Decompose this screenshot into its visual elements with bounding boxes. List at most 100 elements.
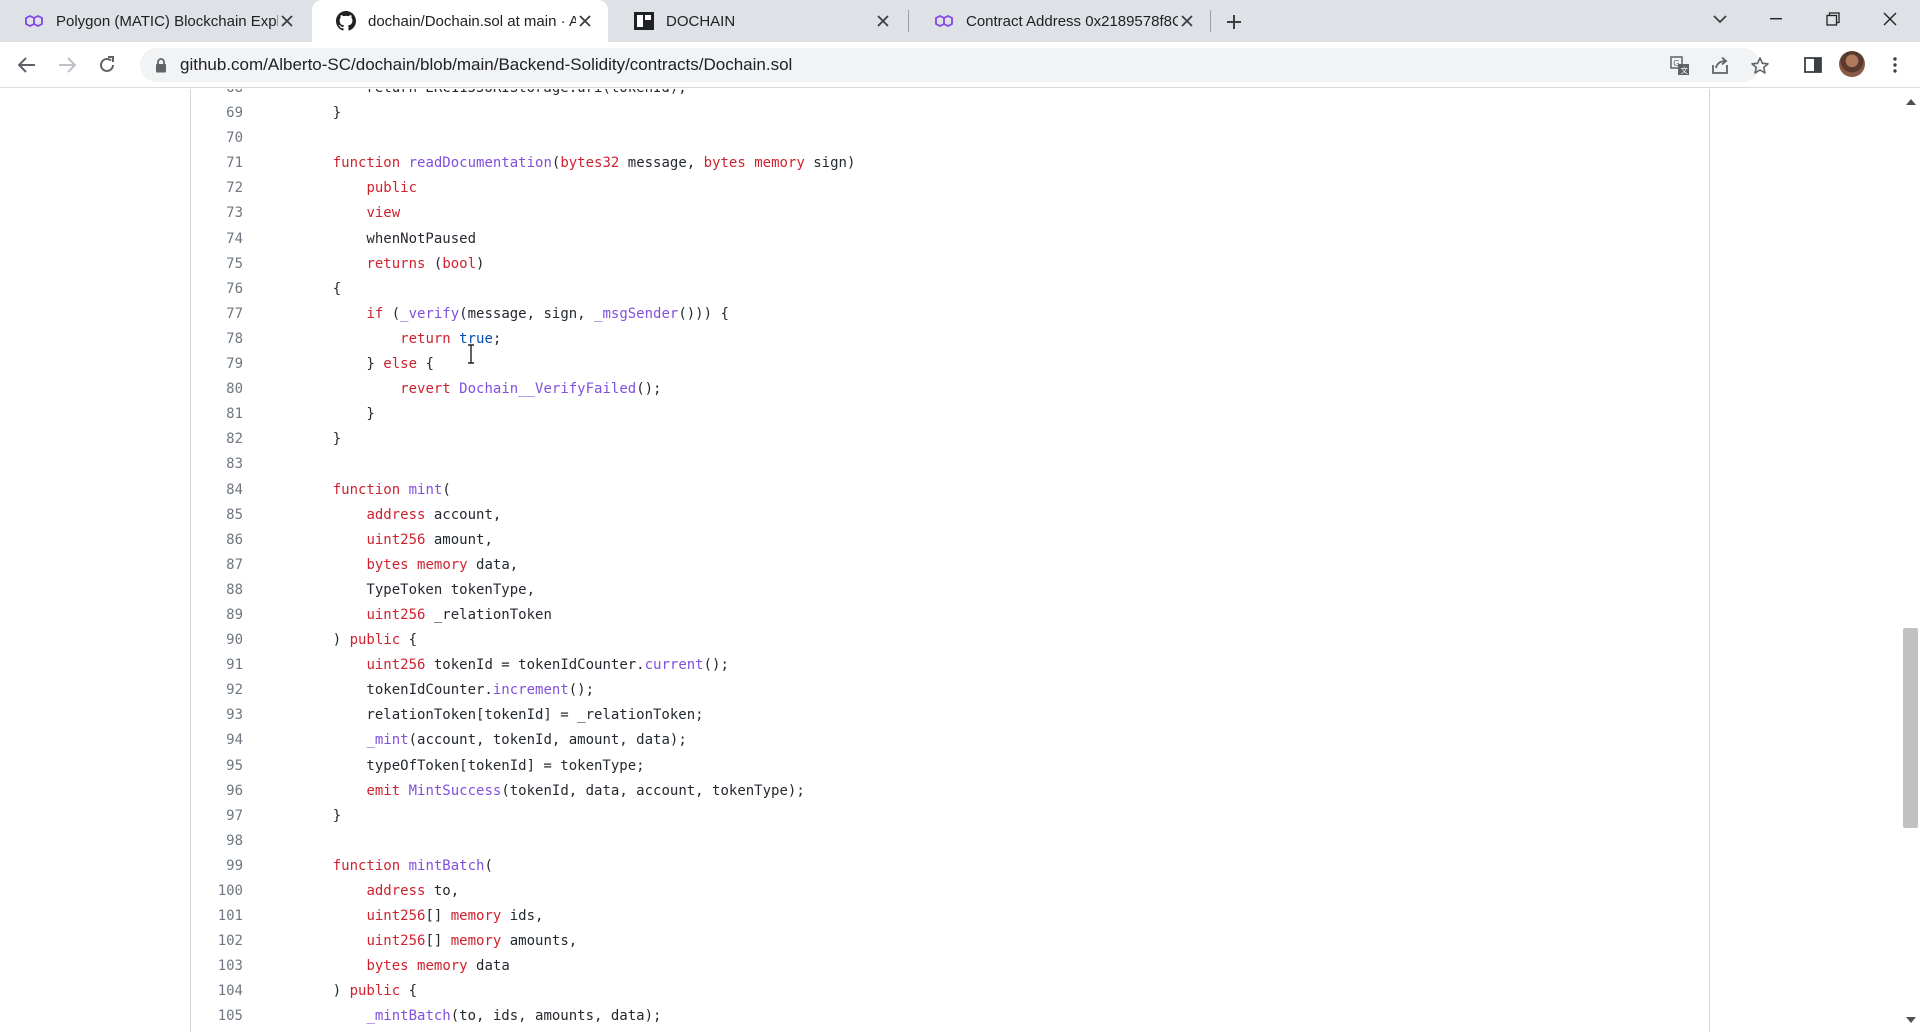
line-number[interactable]: 99: [191, 854, 243, 879]
tab-github-dochain[interactable]: dochain/Dochain.sol at main · Al: [312, 0, 608, 42]
line-number[interactable]: 75: [191, 252, 243, 277]
code-text: uint256[] memory ids,: [243, 904, 543, 929]
line-number[interactable]: 105: [191, 1004, 243, 1029]
code-text: function readDocumentation(bytes32 messa…: [243, 151, 856, 176]
line-number[interactable]: 86: [191, 528, 243, 553]
code-token: ;: [492, 330, 502, 347]
code-token: returns: [366, 255, 426, 272]
line-number[interactable]: 87: [191, 553, 243, 578]
tab-contract-address[interactable]: Contract Address 0x2189578f8C7: [910, 0, 1210, 42]
code-token: ();: [636, 381, 662, 398]
code-token: tokenIdCounter.: [299, 682, 493, 699]
scrollbar[interactable]: [1901, 89, 1920, 1032]
line-number[interactable]: 92: [191, 678, 243, 703]
code-line: 105 _mintBatch(to, ids, amounts, data);: [191, 1004, 1711, 1029]
code-token: ): [299, 632, 350, 649]
svg-text:G: G: [1673, 59, 1679, 68]
close-icon[interactable]: [278, 12, 296, 30]
line-number[interactable]: 88: [191, 578, 243, 603]
line-number[interactable]: 70: [191, 126, 243, 151]
code-token: memory: [417, 958, 468, 975]
code-token: if: [366, 305, 384, 322]
line-number[interactable]: 91: [191, 653, 243, 678]
lock-icon[interactable]: [152, 56, 170, 74]
line-number[interactable]: 97: [191, 804, 243, 829]
scrollbar-thumb[interactable]: [1903, 628, 1918, 829]
forward-button[interactable]: [52, 50, 82, 80]
code-token: function: [332, 857, 401, 874]
line-number[interactable]: 94: [191, 728, 243, 753]
close-icon[interactable]: [874, 12, 892, 30]
code-line: 100 address to,: [191, 879, 1711, 904]
scroll-down-arrow-icon[interactable]: [1905, 1014, 1917, 1026]
line-number[interactable]: 83: [191, 452, 243, 477]
code-token: _msgSender: [594, 305, 679, 322]
line-number[interactable]: 74: [191, 227, 243, 252]
menu-button[interactable]: [1880, 50, 1910, 80]
new-tab-button[interactable]: [1220, 8, 1248, 36]
line-number[interactable]: 79: [191, 352, 243, 377]
line-number[interactable]: 104: [191, 979, 243, 1004]
line-number[interactable]: 72: [191, 176, 243, 201]
code-token: }: [299, 105, 342, 122]
code-line: 93 relationToken[tokenId] = _relationTok…: [191, 703, 1711, 728]
address-bar[interactable]: github.com/Alberto-SC/dochain/blob/main/…: [140, 48, 1769, 82]
code-token: view: [366, 205, 401, 222]
minimize-button[interactable]: [1748, 0, 1804, 38]
share-icon[interactable]: [1710, 56, 1730, 76]
line-number[interactable]: 78: [191, 327, 243, 352]
close-icon[interactable]: [1178, 12, 1196, 30]
line-number[interactable]: 95: [191, 754, 243, 779]
restore-button[interactable]: [1805, 0, 1861, 38]
scroll-up-arrow-icon[interactable]: [1905, 95, 1917, 107]
line-number[interactable]: 100: [191, 879, 243, 904]
line-number[interactable]: 89: [191, 603, 243, 628]
code-token: function: [332, 481, 401, 498]
translate-icon[interactable]: G文: [1670, 56, 1690, 76]
code-token: address: [366, 506, 426, 523]
line-number[interactable]: 77: [191, 302, 243, 327]
line-number[interactable]: 85: [191, 503, 243, 528]
line-number[interactable]: 98: [191, 829, 243, 854]
line-number[interactable]: 71: [191, 151, 243, 176]
code-token: message,: [619, 155, 704, 172]
line-number[interactable]: 69: [191, 101, 243, 126]
line-number[interactable]: 90: [191, 628, 243, 653]
line-number[interactable]: 82: [191, 427, 243, 452]
avatar[interactable]: [1839, 51, 1865, 77]
line-number[interactable]: 102: [191, 929, 243, 954]
tab-search-button[interactable]: [1692, 0, 1748, 38]
line-number[interactable]: 68: [191, 89, 243, 101]
close-icon[interactable]: [576, 12, 594, 30]
code-line: 81 }: [191, 402, 1711, 427]
close-window-button[interactable]: [1862, 0, 1918, 38]
bookmark-star-icon[interactable]: [1750, 56, 1770, 76]
line-number[interactable]: 76: [191, 277, 243, 302]
line-number[interactable]: 73: [191, 201, 243, 226]
line-number[interactable]: 81: [191, 402, 243, 427]
back-button[interactable]: [12, 50, 42, 80]
line-number[interactable]: 103: [191, 954, 243, 979]
tab-polygon-explorer[interactable]: Polygon (MATIC) Blockchain Expl: [0, 0, 310, 42]
tab-dochain[interactable]: DOCHAIN: [610, 0, 906, 42]
line-number[interactable]: 80: [191, 377, 243, 402]
line-number[interactable]: 93: [191, 703, 243, 728]
line-number[interactable]: 101: [191, 904, 243, 929]
line-number[interactable]: 84: [191, 478, 243, 503]
code-text: }: [243, 101, 341, 126]
code-line: 75 returns (bool): [191, 252, 1711, 277]
code-line: 85 address account,: [191, 503, 1711, 528]
line-number[interactable]: 96: [191, 779, 243, 804]
reload-button[interactable]: [92, 50, 122, 80]
side-panel-button[interactable]: [1798, 50, 1828, 80]
code-token: bytes: [366, 958, 409, 975]
